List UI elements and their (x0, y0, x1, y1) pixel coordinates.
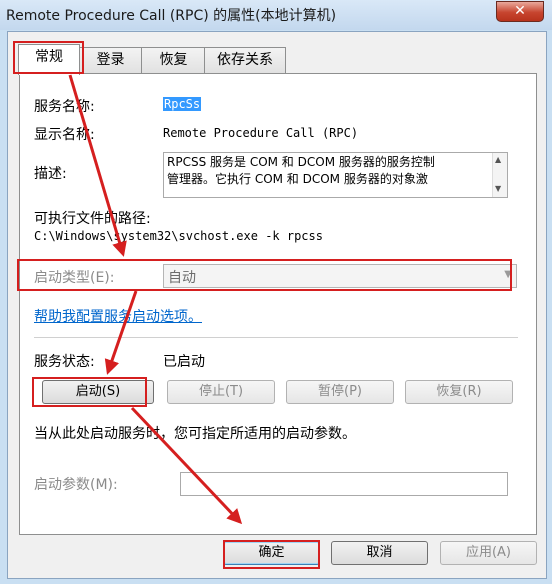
description-text: RPCSS 服务是 COM 和 DCOM 服务器的服务控制 管理器。它执行 CO… (167, 155, 435, 186)
cancel-button[interactable]: 取消 (331, 541, 428, 565)
service-status-label: 服务状态: (34, 354, 95, 370)
apply-button[interactable]: 应用(A) (440, 541, 537, 565)
service-status-value: 已启动 (163, 354, 205, 370)
service-name-value[interactable]: RpcSs (163, 97, 202, 111)
scroll-down-icon[interactable]: ▼ (495, 184, 501, 193)
close-button[interactable]: ✕ (496, 1, 544, 22)
stop-button[interactable]: 停止(T) (167, 380, 275, 404)
general-panel: 服务名称: RpcSs 显示名称: Remote Procedure Call … (19, 73, 537, 535)
tab-recovery[interactable]: 恢复 (141, 47, 206, 73)
exe-path-label: 可执行文件的路径: (34, 211, 151, 227)
tab-dependencies[interactable]: 依存关系 (204, 47, 286, 73)
divider (34, 337, 518, 338)
service-name-label: 服务名称: (34, 99, 95, 115)
resume-button[interactable]: 恢复(R) (405, 380, 513, 404)
scroll-up-icon[interactable]: ▲ (495, 155, 501, 164)
highlight-general-tab (13, 41, 84, 74)
highlight-ok-button (223, 540, 320, 569)
description-box[interactable]: RPCSS 服务是 COM 和 DCOM 服务器的服务控制 管理器。它执行 CO… (163, 152, 508, 198)
window-title: Remote Procedure Call (RPC) 的属性(本地计算机) (6, 8, 337, 24)
display-name-value[interactable]: Remote Procedure Call (RPC) (163, 126, 358, 140)
exe-path-value: C:\Windows\system32\svchost.exe -k rpcss (34, 229, 323, 243)
description-label: 描述: (34, 166, 67, 182)
display-name-label: 显示名称: (34, 127, 95, 143)
title-bar[interactable]: Remote Procedure Call (RPC) 的属性(本地计算机) ✕ (0, 0, 552, 30)
dialog-window: Remote Procedure Call (RPC) 的属性(本地计算机) ✕… (0, 0, 552, 584)
start-params-input[interactable] (180, 472, 508, 496)
start-params-label: 启动参数(M): (34, 477, 118, 493)
dialog-client: 常规 登录 恢复 依存关系 服务名称: RpcSs 显示名称: Remote P… (7, 31, 547, 579)
pause-button[interactable]: 暂停(P) (286, 380, 394, 404)
help-configure-link[interactable]: 帮助我配置服务启动选项。 (34, 306, 202, 326)
highlight-startup-type (17, 259, 512, 291)
description-scrollbar[interactable]: ▲ ▼ (492, 153, 507, 197)
tab-logon[interactable]: 登录 (78, 47, 143, 73)
highlight-start-button (32, 377, 147, 407)
start-hint: 当从此处启动服务时，您可指定所适用的启动参数。 (34, 426, 356, 442)
